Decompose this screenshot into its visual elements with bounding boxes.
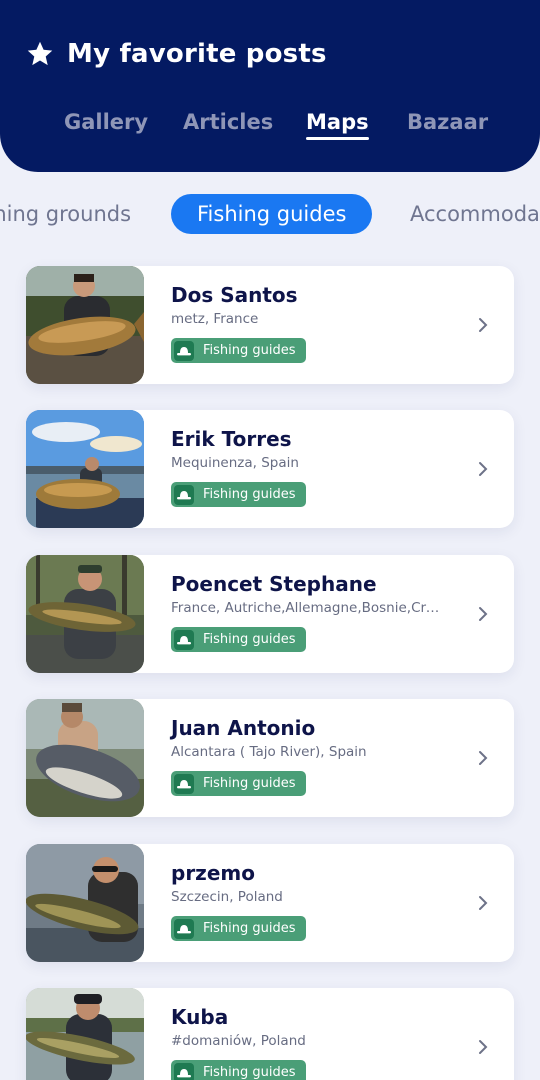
badge-label: Fishing guides (203, 1065, 296, 1080)
guide-photo (26, 988, 144, 1080)
guide-card[interactable]: przemo Szczecin, Poland Fishing guides (26, 844, 514, 962)
title-row: My favorite posts (26, 34, 327, 74)
chip-accommodation[interactable]: Accommodation (410, 194, 540, 234)
badge-label: Fishing guides (203, 487, 296, 502)
category-badge: Fishing guides (171, 482, 306, 507)
badge-label: Fishing guides (203, 921, 296, 936)
guide-card[interactable]: Erik Torres Mequinenza, Spain Fishing gu… (26, 410, 514, 528)
guide-card[interactable]: Poencet Stephane France, Autriche,Allema… (26, 555, 514, 673)
header: My favorite posts Gallery Articles Maps … (0, 0, 540, 172)
guide-photo (26, 410, 144, 528)
guide-location: #domaniów, Poland (171, 1033, 306, 1049)
category-badge: Fishing guides (171, 916, 306, 941)
guide-photo (26, 555, 144, 673)
guide-location: metz, France (171, 311, 259, 327)
category-badge: Fishing guides (171, 338, 306, 363)
hat-icon (174, 773, 194, 794)
guide-location: Mequinenza, Spain (171, 455, 299, 471)
hat-icon (174, 484, 194, 505)
guide-name: Erik Torres (171, 427, 292, 451)
guide-location: Alcantara ( Tajo River), Spain (171, 744, 367, 760)
guide-name: Dos Santos (171, 283, 298, 307)
hat-icon (174, 1062, 194, 1080)
chevron-right-icon (479, 607, 488, 621)
badge-label: Fishing guides (203, 343, 296, 358)
tab-maps[interactable]: Maps (306, 110, 369, 140)
tab-bazaar[interactable]: Bazaar (407, 110, 488, 134)
chip-fishing-grounds[interactable]: Fishing grounds (0, 194, 131, 234)
category-chips: Fishing grounds Fishing guides Accommoda… (0, 194, 540, 234)
guide-location: Szczecin, Poland (171, 889, 283, 905)
guide-location: France, Autriche,Allemagne,Bosnie,Croati… (171, 600, 441, 616)
tab-gallery[interactable]: Gallery (64, 110, 148, 134)
guide-name: Juan Antonio (171, 716, 316, 740)
badge-label: Fishing guides (203, 632, 296, 647)
page-title: My favorite posts (67, 39, 327, 69)
guide-photo (26, 699, 144, 817)
top-tabs: Gallery Articles Maps Bazaar (0, 110, 540, 144)
hat-icon (174, 629, 194, 650)
tab-articles[interactable]: Articles (183, 110, 273, 134)
hat-icon (174, 918, 194, 939)
hat-icon (174, 340, 194, 361)
star-icon (27, 41, 53, 66)
category-badge: Fishing guides (171, 627, 306, 652)
chevron-right-icon (479, 751, 488, 765)
guide-photo (26, 266, 144, 384)
guide-name: Poencet Stephane (171, 572, 377, 596)
guide-card[interactable]: Kuba #domaniów, Poland Fishing guides (26, 988, 514, 1080)
guide-name: przemo (171, 861, 255, 885)
chip-fishing-guides[interactable]: Fishing guides (171, 194, 373, 234)
chevron-right-icon (479, 1040, 488, 1054)
guide-name: Kuba (171, 1005, 229, 1029)
guide-card[interactable]: Dos Santos metz, France Fishing guides (26, 266, 514, 384)
guide-photo (26, 844, 144, 962)
guide-card[interactable]: Juan Antonio Alcantara ( Tajo River), Sp… (26, 699, 514, 817)
badge-label: Fishing guides (203, 776, 296, 791)
category-badge: Fishing guides (171, 771, 306, 796)
chevron-right-icon (479, 462, 488, 476)
chevron-right-icon (479, 318, 488, 332)
chevron-right-icon (479, 896, 488, 910)
category-badge: Fishing guides (171, 1060, 306, 1080)
